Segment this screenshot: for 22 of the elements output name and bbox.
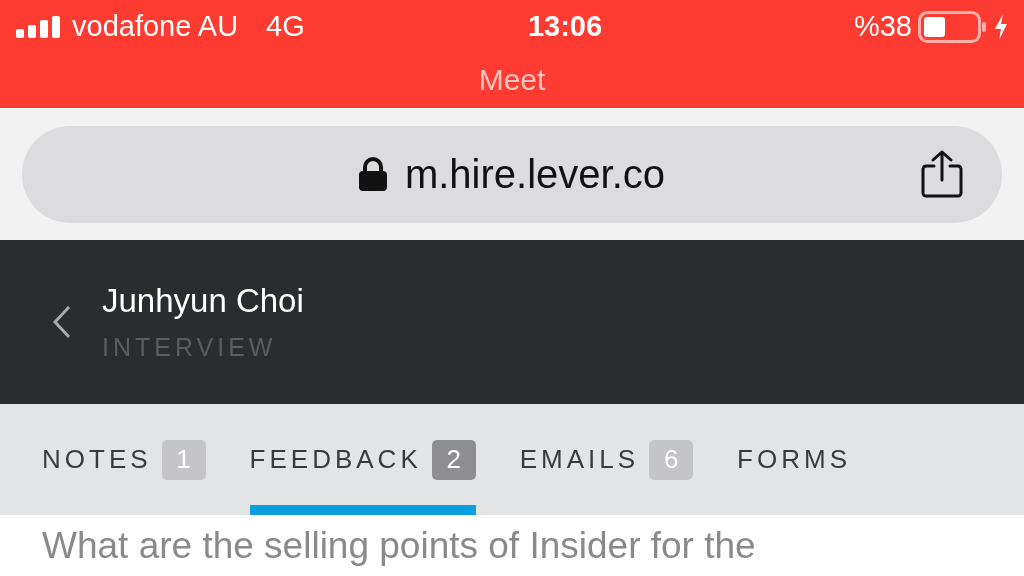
share-icon[interactable] [920, 150, 964, 198]
back-icon[interactable] [52, 305, 72, 339]
tab[interactable]: NOTES 1 [42, 404, 206, 515]
address-bar[interactable]: m.hire.lever.co [22, 125, 1002, 223]
lock-icon [358, 157, 387, 191]
tab[interactable]: FEEDBACK 2 [249, 404, 476, 515]
app-title: Meet [478, 61, 546, 98]
clock-time: 13:06 [527, 9, 603, 45]
count-badge: 2 [431, 439, 476, 480]
network-type: 4G [266, 9, 305, 45]
url-text: m.hire.lever.co [404, 151, 666, 198]
count-badge: 1 [161, 439, 206, 480]
signal-icon [16, 16, 62, 38]
charging-icon [994, 14, 1008, 40]
battery-icon [918, 11, 988, 43]
tab[interactable]: FORMS [737, 404, 851, 515]
candidate-name: Junhyun Choi [102, 284, 304, 317]
question-text: What are the selling points of Insider for the [42, 524, 757, 568]
battery-percent: %38 [853, 9, 912, 45]
carrier-name: vodafone AU [72, 9, 239, 45]
tab[interactable]: EMAILS 6 [519, 404, 694, 515]
count-badge: 6 [649, 439, 694, 480]
